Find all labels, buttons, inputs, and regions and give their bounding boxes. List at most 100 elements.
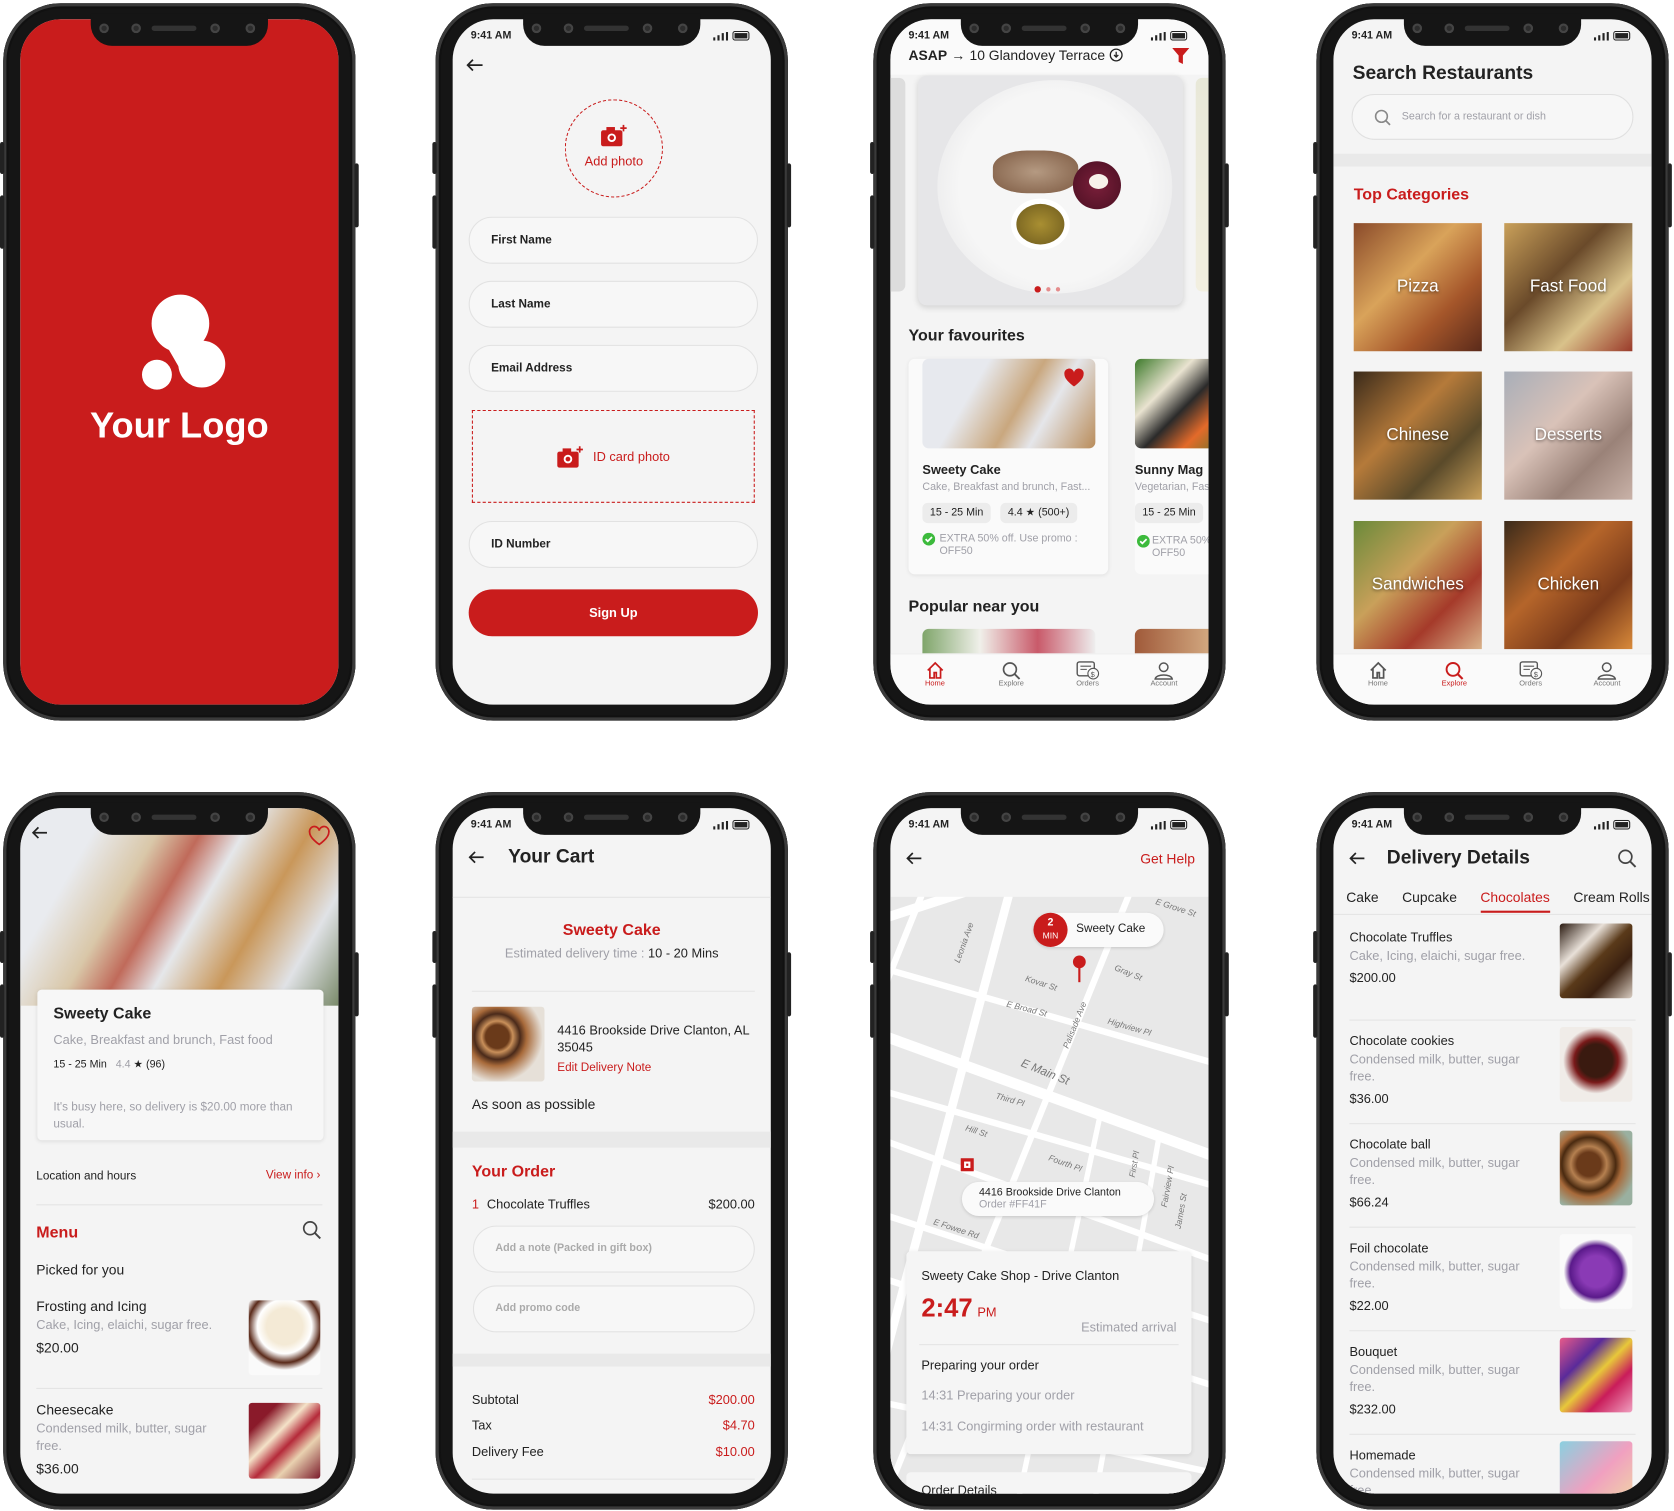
order-title: Your Order [471, 1162, 556, 1181]
nav-orders[interactable]: $ Orders [1056, 654, 1120, 704]
first-name-field[interactable]: First Name [468, 216, 758, 264]
search-icon [1374, 109, 1391, 125]
delivery-timing[interactable]: As soon as possible [472, 1096, 595, 1112]
nav-orders[interactable]: $ Orders [1499, 654, 1563, 704]
status-time: 9:41 AM [1351, 818, 1393, 831]
product-price: $200.00 [1349, 970, 1396, 986]
restaurant-info-card: Sweety Cake Cake, Breakfast and brunch, … [37, 989, 324, 1141]
get-help-link[interactable]: Get Help [1140, 851, 1195, 867]
order-details-card[interactable]: Order Details [906, 1472, 1192, 1494]
status-icons [1593, 30, 1632, 41]
back-arrow-icon[interactable] [465, 58, 484, 73]
order-line-item[interactable]: 1 Chocolate Truffles $200.00 [472, 1197, 755, 1212]
nav-home[interactable]: Home [903, 654, 967, 704]
delivery-address: 4416 Brookside Drive Clanton, AL 35045 [557, 1022, 750, 1055]
product-item[interactable]: Chocolate cookies Condensed milk, butter… [1349, 1033, 1547, 1106]
product-image [1559, 923, 1633, 999]
product-desc: Condensed milk, butter, sugar free. [1349, 1155, 1520, 1188]
status-time: 9:41 AM [908, 29, 950, 42]
screen: 9:41 AM ASAP → 10 Glandovey Terrace Your … [890, 19, 1209, 705]
orders-icon: $ [1076, 661, 1099, 680]
product-item[interactable]: Chocolate Truffles Cake, Icing, elaichi,… [1349, 930, 1547, 986]
hero-banner-image[interactable] [918, 75, 1183, 306]
menu-item[interactable]: Cheesecake Condensed milk, butter, sugar… [36, 1402, 228, 1477]
edit-delivery-note-link[interactable]: Edit Delivery Note [557, 1061, 651, 1074]
restaurant-name: Sweety Cake [922, 462, 1001, 478]
status-time: 9:41 AM [470, 818, 512, 831]
category-chicken[interactable]: Chicken [1504, 520, 1633, 650]
sign-up-button[interactable]: Sign Up [468, 589, 758, 637]
tab-cream-rolls[interactable]: Cream Rolls [1573, 889, 1649, 912]
phone-frame-7: 9:41 AM Get Help E Grove St Leonia Ave Kov… [870, 792, 1229, 1510]
id-number-field[interactable]: ID Number [468, 520, 758, 568]
view-info-link[interactable]: View info › [266, 1169, 321, 1182]
order-status-card: Sweety Cake Shop - Drive Clanton 2:47 PM… [906, 1251, 1192, 1455]
arrow-right-icon: → [951, 46, 966, 63]
tab-cupcake[interactable]: Cupcake [1402, 889, 1457, 912]
favourite-card[interactable]: Sweety Cake Cake, Breakfast and brunch, … [908, 358, 1109, 575]
phone-frame-4: 9:41 AM Search Restaurants Search for a … [1313, 3, 1672, 721]
product-item[interactable]: Homemade Condensed milk, butter, sugar f… [1349, 1448, 1547, 1494]
product-desc: Condensed milk, butter, sugar free. [1349, 1362, 1520, 1395]
status-time: 9:41 AM [1351, 29, 1393, 42]
delivery-time-chip: 15 - 25 Min [1134, 502, 1204, 524]
search-icon[interactable] [1617, 849, 1637, 868]
shop-eta-bubble: 2 MIN Sweety Cake [1033, 912, 1164, 947]
product-item[interactable]: Bouquet Condensed milk, butter, sugar fr… [1349, 1344, 1547, 1417]
screen: 9:41 AM Delivery Details Cake Cupcake Ch… [1333, 808, 1652, 1494]
destination-marker-icon [960, 1158, 974, 1172]
last-name-field[interactable]: Last Name [468, 280, 758, 328]
carousel-dots[interactable] [1034, 286, 1061, 293]
category-chinese[interactable]: Chinese [1353, 371, 1482, 500]
shop-bubble-label: Sweety Cake [1076, 922, 1146, 936]
filter-icon[interactable] [1172, 48, 1190, 65]
phone-frame-3: 9:41 AM ASAP → 10 Glandovey Terrace Your … [870, 3, 1229, 721]
delivery-address-selector[interactable]: ASAP → 10 Glandovey Terrace [909, 47, 1124, 63]
favourite-card[interactable]: Sunny Mag Vegetarian, Fas 15 - 25 Min EX… [1134, 358, 1209, 575]
search-icon[interactable] [302, 1220, 321, 1240]
tab-cake[interactable]: Cake [1346, 889, 1378, 912]
busy-note: It's busy here, so delivery is $20.00 mo… [53, 1100, 293, 1131]
arrival-label: Estimated arrival [1081, 1319, 1177, 1335]
status-log-entry: 14:31 Preparing your order [921, 1387, 1075, 1403]
back-arrow-icon[interactable] [905, 851, 922, 866]
menu-item[interactable]: Frosting and Icing Cake, Icing, elaichi,… [36, 1298, 228, 1356]
menu-item-image [248, 1300, 321, 1376]
product-item[interactable]: Foil chocolate Condensed milk, butter, s… [1349, 1241, 1547, 1314]
promo-code-input[interactable]: Add promo code [472, 1285, 755, 1333]
street-label: Third Pl [994, 1091, 1026, 1109]
logo-mark-icon [141, 294, 226, 390]
category-desserts[interactable]: Desserts [1504, 371, 1633, 500]
category-fast-food[interactable]: Fast Food [1504, 223, 1633, 352]
category-tabs: Cake Cupcake Chocolates Cream Rolls [1346, 889, 1650, 913]
product-image [1559, 1337, 1633, 1413]
nav-explore[interactable]: Explore [1422, 654, 1486, 704]
tab-chocolates[interactable]: Chocolates [1480, 889, 1550, 913]
id-card-photo-button[interactable]: ID card photo [471, 409, 755, 503]
nav-home[interactable]: Home [1346, 654, 1410, 704]
order-note-input[interactable]: Add a note (Packed in gift box) [472, 1225, 755, 1273]
back-arrow-icon[interactable] [468, 850, 485, 865]
heart-outline-icon[interactable] [307, 825, 330, 846]
phone-frame-1: Your Logo [0, 3, 359, 721]
back-arrow-icon[interactable] [1348, 851, 1365, 866]
search-input[interactable]: Search for a restaurant or dish [1351, 93, 1634, 140]
nav-explore[interactable]: Explore [979, 654, 1043, 704]
category-pizza[interactable]: Pizza [1353, 223, 1482, 352]
product-price: $232.00 [1349, 1401, 1396, 1417]
category-sandwiches[interactable]: Sandwiches [1353, 520, 1482, 650]
restaurant-image [1134, 358, 1209, 449]
nav-account[interactable]: Account [1575, 654, 1639, 704]
nav-account[interactable]: Account [1132, 654, 1196, 704]
order-stage: Preparing your order [921, 1357, 1039, 1373]
product-item[interactable]: Chocolate ball Condensed milk, butter, s… [1349, 1137, 1547, 1210]
email-field[interactable]: Email Address [468, 344, 758, 392]
back-arrow-icon[interactable] [31, 825, 48, 840]
restaurant-tags: Cake, Breakfast and brunch, Fast food [53, 1032, 273, 1048]
status-log-entry: 14:31 Congirming order with restaurant [921, 1418, 1144, 1434]
notch [960, 13, 1139, 46]
product-desc: Condensed milk, butter, sugar free. [1349, 1465, 1520, 1494]
heart-filled-icon[interactable] [1063, 368, 1084, 387]
add-photo-button[interactable]: Add photo [564, 99, 663, 198]
notch [523, 802, 701, 835]
